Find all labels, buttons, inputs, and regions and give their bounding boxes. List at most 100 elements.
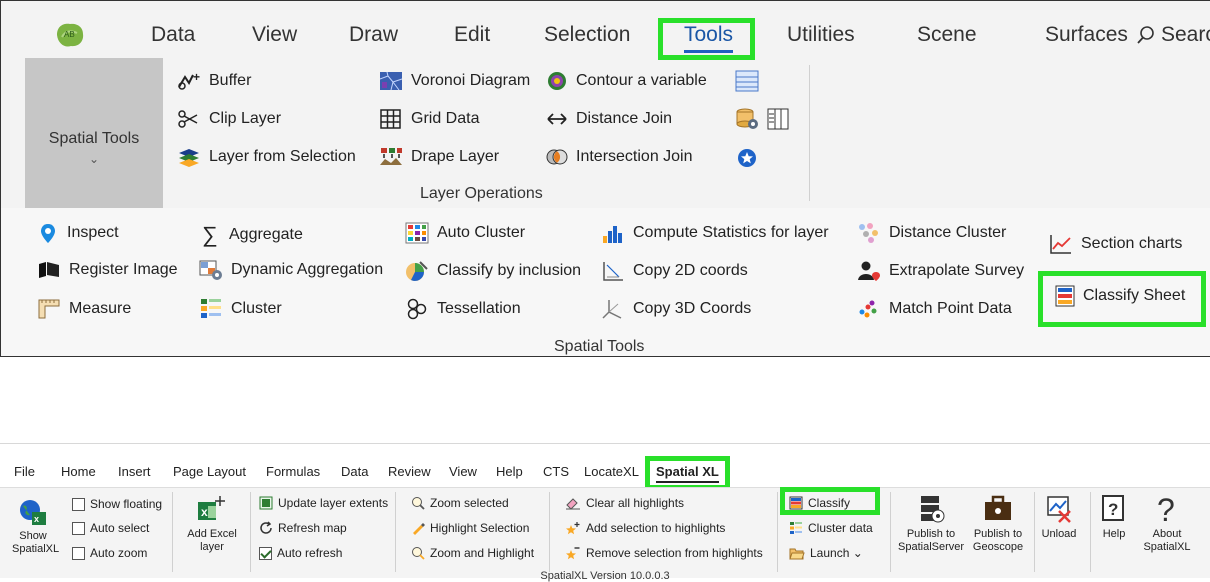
database-settings-icon[interactable] <box>735 108 759 130</box>
version-label: SpatialXL Version 10.0.0.3 <box>540 570 670 582</box>
checkbox-checked[interactable] <box>259 546 272 560</box>
tab-search[interactable]: Searc <box>1137 23 1210 47</box>
add-selection-highlights-label: Add selection to highlights <box>586 521 726 535</box>
inspect-button[interactable]: Inspect <box>37 222 119 244</box>
extrapolate-survey-button[interactable]: Extrapolate Survey <box>857 260 1024 282</box>
highlight-selection-button[interactable]: Highlight Selection <box>411 521 529 535</box>
tab-selection[interactable]: Selection <box>544 23 630 47</box>
section-charts-button[interactable]: Section charts <box>1049 233 1182 255</box>
match-point-data-button[interactable]: Match Point Data <box>857 298 1012 320</box>
tab-locatexl[interactable]: LocateXL <box>584 464 639 479</box>
tab-insert[interactable]: Insert <box>118 464 151 479</box>
copy-2d-icon <box>603 262 623 281</box>
voronoi-diagram-button[interactable]: Voronoi Diagram <box>379 71 530 91</box>
tab-surfaces[interactable]: Surfaces <box>1045 23 1128 47</box>
unload-button[interactable]: Unload <box>1040 494 1078 541</box>
group-separator <box>1090 492 1091 572</box>
copy-2d-coords-button[interactable]: Copy 2D coords <box>601 260 748 282</box>
app-logo-icon[interactable]: AB <box>53 21 87 49</box>
grid-icon <box>380 109 401 129</box>
update-layer-extents-button[interactable]: Update layer extents <box>259 496 388 510</box>
cluster-data-icon <box>790 522 802 534</box>
tools-tab-highlight-box <box>658 18 755 60</box>
register-image-button[interactable]: Register Image <box>37 260 178 280</box>
auto-select-label: Auto select <box>90 521 150 535</box>
checkbox-box[interactable] <box>72 546 85 560</box>
remove-selection-highlights-button[interactable]: Remove selection from highlights <box>565 546 763 560</box>
tab-home[interactable]: Home <box>61 464 96 479</box>
zoom-selected-button[interactable]: Zoom selected <box>411 496 509 510</box>
tab-review[interactable]: Review <box>388 464 431 479</box>
help-button[interactable]: ? Help <box>1098 494 1130 541</box>
clip-layer-button[interactable]: Clip Layer <box>177 109 281 129</box>
tab-data[interactable]: Data <box>151 23 195 47</box>
about-spatialxl-button[interactable]: ? About SpatialXL <box>1138 494 1196 554</box>
dynamic-aggregation-button[interactable]: Dynamic Aggregation <box>199 260 383 280</box>
checkbox-box[interactable] <box>72 497 85 511</box>
intersection-join-button[interactable]: Intersection Join <box>546 147 693 167</box>
table-layout-icon[interactable] <box>735 70 759 92</box>
tab-edit[interactable]: Edit <box>454 23 490 47</box>
auto-zoom-checkbox[interactable]: Auto zoom <box>72 546 147 560</box>
distance-cluster-label: Distance Cluster <box>889 224 1007 241</box>
add-excel-layer-button[interactable]: x Add Excel layer <box>182 494 242 554</box>
tab-file[interactable]: File <box>14 464 35 479</box>
publish-geoscope-label: Publish to Geoscope <box>972 528 1024 553</box>
cluster-data-button[interactable]: Cluster data <box>789 521 873 535</box>
refresh-icon <box>260 521 272 534</box>
tab-view[interactable]: View <box>449 464 477 479</box>
clip-layer-label: Clip Layer <box>209 110 282 127</box>
add-selection-highlights-button[interactable]: Add selection to highlights <box>565 521 725 535</box>
layer-from-selection-label: Layer from Selection <box>209 148 356 165</box>
copy-3d-coords-button[interactable]: Copy 3D Coords <box>601 298 751 320</box>
star-add-icon <box>566 522 580 535</box>
cluster-button[interactable]: Cluster <box>199 298 282 320</box>
tessellation-button[interactable]: Tessellation <box>405 298 521 320</box>
distance-join-button[interactable]: Distance Join <box>546 109 672 129</box>
contour-variable-button[interactable]: Contour a variable <box>546 71 707 91</box>
refresh-map-button[interactable]: Refresh map <box>259 521 347 535</box>
tab-data[interactable]: Data <box>341 464 368 479</box>
group-separator <box>777 492 778 572</box>
compute-statistics-button[interactable]: Compute Statistics for layer <box>601 222 829 244</box>
tab-help[interactable]: Help <box>496 464 523 479</box>
grid-data-button[interactable]: Grid Data <box>379 109 479 129</box>
tab-utilities[interactable]: Utilities <box>787 23 855 47</box>
auto-select-checkbox[interactable]: Auto select <box>72 521 149 535</box>
layer-operations-group-label: Layer Operations <box>420 185 543 202</box>
clear-all-highlights-button[interactable]: Clear all highlights <box>565 496 684 510</box>
classify-by-inclusion-button[interactable]: Classify by inclusion <box>405 260 581 282</box>
show-spatialxl-button[interactable]: x Show SpatialXL <box>12 498 59 556</box>
auto-zoom-label: Auto zoom <box>90 546 148 560</box>
show-floating-checkbox[interactable]: Show floating <box>72 497 162 511</box>
launch-dropdown[interactable]: Launch ⌄ <box>789 546 863 560</box>
tab-view[interactable]: View <box>252 23 297 47</box>
columns-icon[interactable] <box>767 108 789 130</box>
group-separator <box>250 492 251 572</box>
contour-variable-label: Contour a variable <box>576 72 707 89</box>
auto-refresh-checkbox[interactable]: Auto refresh <box>259 546 342 560</box>
zoom-and-highlight-button[interactable]: Zoom and Highlight <box>411 546 534 560</box>
layer-extents-icon <box>259 496 273 510</box>
aggregate-button[interactable]: ∑ Aggregate <box>199 222 303 248</box>
buffer-button[interactable]: + Buffer <box>177 71 251 91</box>
auto-cluster-label: Auto Cluster <box>437 224 526 241</box>
tab-cts[interactable]: CTS <box>543 464 569 479</box>
tab-formulas[interactable]: Formulas <box>266 464 320 479</box>
dynamic-aggregation-label: Dynamic Aggregation <box>231 261 384 278</box>
checkbox-box[interactable] <box>72 521 85 535</box>
cluster-label: Cluster <box>231 300 282 317</box>
publish-spatialserver-button[interactable]: Publish to SpatialServer <box>898 494 964 554</box>
star-badge-icon[interactable] <box>737 148 757 168</box>
layer-from-selection-button[interactable]: Layer from Selection <box>177 147 356 167</box>
tab-draw[interactable]: Draw <box>349 23 398 47</box>
publish-geoscope-button[interactable]: Publish to Geoscope <box>966 494 1030 554</box>
spatial-tools-button[interactable]: Spatial Tools ⌄ <box>25 58 163 208</box>
distance-cluster-button[interactable]: Distance Cluster <box>857 222 1006 244</box>
copy-3d-icon <box>602 300 622 319</box>
measure-button[interactable]: Measure <box>37 298 131 320</box>
drape-layer-button[interactable]: Drape Layer <box>379 147 499 167</box>
auto-cluster-button[interactable]: Auto Cluster <box>405 222 525 244</box>
tab-page-layout[interactable]: Page Layout <box>173 464 246 479</box>
tab-scene[interactable]: Scene <box>917 23 977 47</box>
